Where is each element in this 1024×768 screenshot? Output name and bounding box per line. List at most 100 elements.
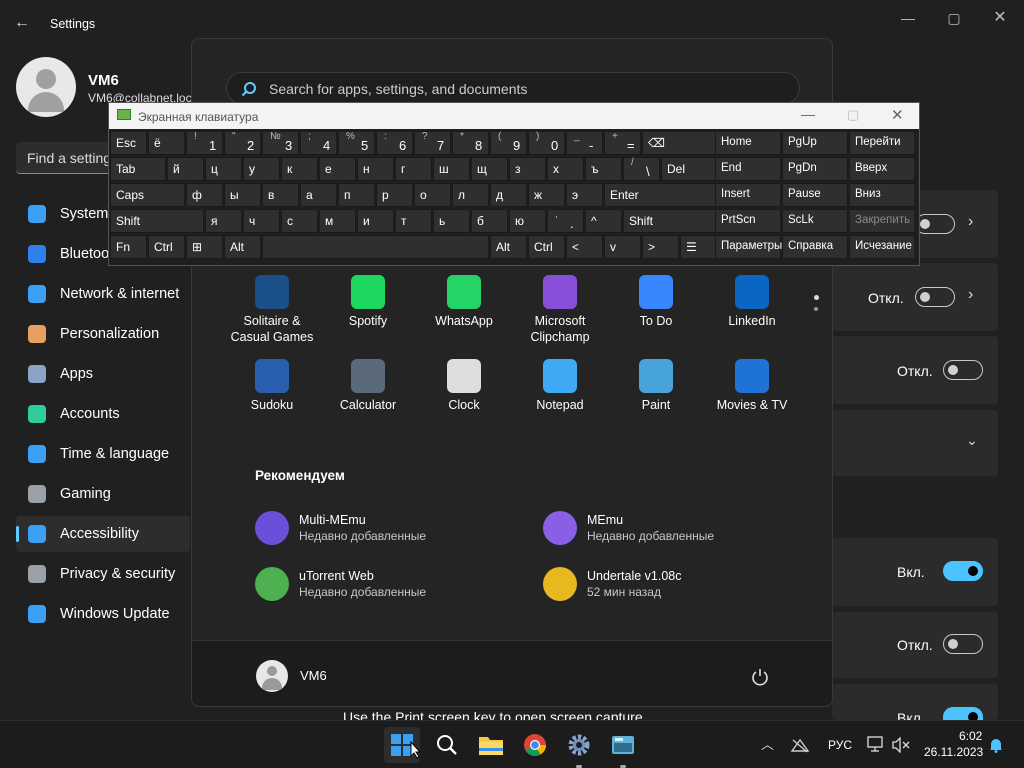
settings-taskbar-button[interactable] [561,727,597,763]
osk-nav-key[interactable]: PrtScn [715,209,781,233]
osk-key[interactable]: * 8 [452,131,489,155]
osk-key[interactable]: г [395,157,432,181]
osk-key[interactable]: > [642,235,679,259]
osk-key[interactable]: Alt [224,235,261,259]
osk-key[interactable]: / \ [623,157,660,181]
osk-key[interactable]: ъ [585,157,622,181]
pinned-app[interactable]: Calculator [320,359,416,413]
pinned-app[interactable]: Paint [608,359,704,413]
osk-key[interactable]: п [338,183,375,207]
osk-key[interactable]: " 2 [224,131,261,155]
sidebar-item-apps[interactable]: Apps [16,356,190,392]
clock-date[interactable]: 26.11.2023 [924,745,983,759]
osk-key[interactable]: Tab [110,157,166,181]
osk-key[interactable]: и [357,209,394,233]
osk-key[interactable]: + = [604,131,641,155]
osk-key[interactable]: т [395,209,432,233]
osk-key[interactable]: ^ [585,209,622,233]
chevron-right-icon[interactable]: › [968,286,973,304]
page-dots[interactable] [814,295,820,317]
osk-key[interactable]: ! 1 [186,131,223,155]
pinned-app[interactable]: Solitaire & Casual Games [224,275,320,345]
osk-nav-key[interactable]: Home [715,131,781,155]
osk-key[interactable]: ) 0 [528,131,565,155]
osk-key[interactable]: ; 4 [300,131,337,155]
chevron-down-icon[interactable]: ⌄ [966,432,978,449]
osk-key[interactable]: (9 [490,131,527,155]
osk-key[interactable]: Ctrl [148,235,185,259]
osk-key[interactable]: ё [148,131,185,155]
start-search-box[interactable]: Search for apps, settings, and documents [226,72,800,104]
osk-key[interactable]: к [281,157,318,181]
osk-key[interactable]: < [566,235,603,259]
osk-key[interactable]: с [281,209,318,233]
osk-key[interactable]: Shift [623,209,717,233]
avatar[interactable] [16,57,76,117]
osk-nav-key[interactable]: Вниз [849,183,915,207]
osk-key[interactable]: _ - [566,131,603,155]
osk-nav-key[interactable]: Вверх [849,157,915,181]
osk-taskbar-button[interactable] [605,727,641,763]
toggle-switch[interactable] [943,634,983,654]
osk-key[interactable]: м [319,209,356,233]
osk-key[interactable]: э [566,183,603,207]
osk-key[interactable]: ,. [547,209,584,233]
osk-nav-key[interactable]: Исчезание [849,235,915,259]
toggle-switch[interactable] [915,287,955,307]
osk-key[interactable]: Alt [490,235,527,259]
osk-nav-key[interactable]: ScLk [782,209,848,233]
osk-titlebar[interactable]: Экранная клавиатура — ▢ ✕ [109,103,919,129]
osk-key[interactable]: н [357,157,394,181]
start-user-name[interactable]: VM6 [300,668,327,683]
osk-key[interactable]: % 5 [338,131,375,155]
start-user-avatar[interactable] [256,660,288,692]
osk-key[interactable]: й [167,157,204,181]
osk-key[interactable]: ж [528,183,565,207]
osk-key[interactable]: р [376,183,413,207]
taskbar-search-button[interactable] [429,727,465,763]
osk-key[interactable]: ☰ [680,235,717,259]
toggle-switch[interactable] [915,214,955,234]
sidebar-item-accounts[interactable]: Accounts [16,396,190,432]
osk-key[interactable]: ? 7 [414,131,451,155]
osk-minimize-icon[interactable]: — [801,106,815,122]
osk-nav-key[interactable]: Параметры [715,235,782,259]
network-offline-icon[interactable] [790,737,810,753]
osk-key[interactable]: л [452,183,489,207]
osk-key[interactable]: Del [661,157,717,181]
osk-key[interactable] [262,235,489,259]
file-explorer-button[interactable] [473,727,509,763]
clock-time[interactable]: 6:02 [959,729,982,743]
pinned-app[interactable]: Sudoku [224,359,320,413]
sidebar-item-network-internet[interactable]: Network & internet [16,276,190,312]
display-icon[interactable] [867,736,885,752]
osk-key[interactable]: ш [433,157,470,181]
pinned-app[interactable]: WhatsApp [416,275,512,329]
osk-key[interactable]: щ [471,157,508,181]
language-indicator[interactable]: РУС [828,738,852,752]
pinned-app[interactable]: Movies & TV [704,359,800,413]
close-icon[interactable]: ✕ [990,8,1010,28]
osk-key[interactable]: ы [224,183,261,207]
power-icon[interactable] [751,668,769,686]
osk-key[interactable]: а [300,183,337,207]
osk-nav-key[interactable]: Справка [782,235,848,259]
osk-close-icon[interactable]: ✕ [891,106,904,124]
toggle-switch[interactable] [943,707,983,722]
osk-key[interactable]: Caps [110,183,185,207]
pinned-app[interactable]: To Do [608,275,704,329]
osk-nav-key[interactable]: Pause [782,183,848,207]
osk-key[interactable]: Shift [110,209,204,233]
osk-key[interactable]: ф [186,183,223,207]
minimize-icon[interactable]: — [898,8,918,28]
toggle-switch[interactable] [943,561,983,581]
osk-key[interactable]: у [243,157,280,181]
chevron-up-icon[interactable]: ︿ [761,734,774,753]
pinned-app[interactable]: LinkedIn [704,275,800,329]
osk-nav-key[interactable]: End [715,157,781,181]
osk-key[interactable]: Enter [604,183,717,207]
osk-nav-key[interactable]: Закрепить [849,209,915,233]
recommended-item[interactable]: Multi-MEmu Недавно добавленные [255,511,426,545]
osk-key[interactable]: д [490,183,527,207]
osk-key[interactable]: ь [433,209,470,233]
